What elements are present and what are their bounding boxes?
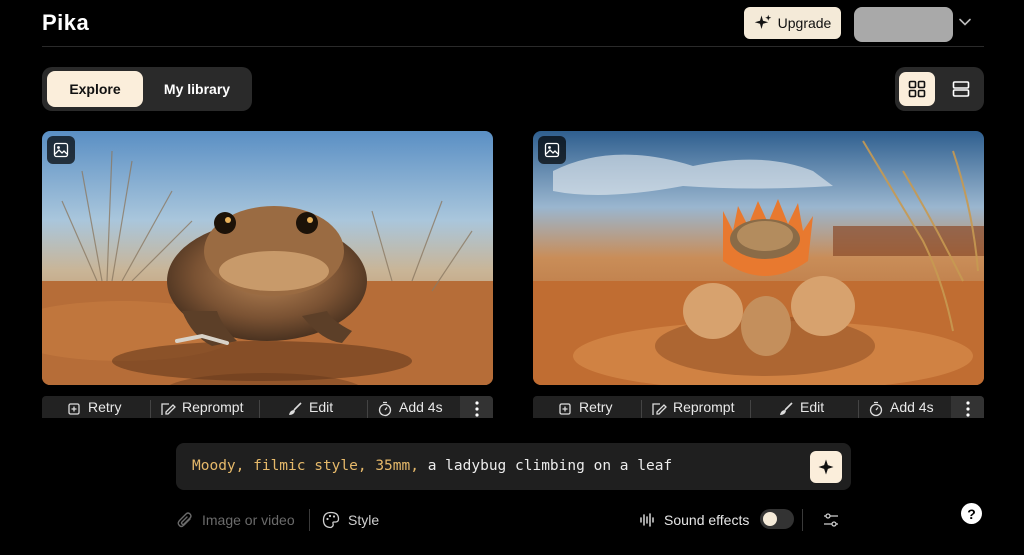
reprompt-button[interactable]: Reprompt <box>651 399 734 418</box>
view-toggle <box>895 67 984 111</box>
image-badge[interactable] <box>47 136 75 164</box>
style-label: Style <box>348 512 380 528</box>
sound-effects-label: Sound effects <box>664 512 750 528</box>
edit-label: Edit <box>309 399 334 415</box>
sparkle-icon <box>754 14 771 29</box>
action-separator <box>750 400 751 418</box>
card-actions-cactus: Retry Reprompt Edit Add 4s <box>533 396 984 418</box>
add-4s-button[interactable]: Add 4s <box>377 399 443 418</box>
edit-prompt-icon <box>652 403 667 415</box>
more-button[interactable] <box>951 396 984 418</box>
grid-view-icon <box>908 80 926 98</box>
upgrade-label: Upgrade <box>777 15 832 31</box>
sound-wave-icon <box>640 513 654 527</box>
attach-media-button[interactable]: Image or video <box>176 509 295 531</box>
toggle-knob <box>763 512 777 526</box>
feed-tabs: Explore My library <box>42 67 252 111</box>
retry-icon <box>559 403 571 415</box>
more-vertical-icon <box>474 401 479 417</box>
paperclip-icon <box>177 512 192 528</box>
retry-icon <box>68 403 80 415</box>
card-actions-toad: Retry Reprompt Edit Add 4s <box>42 396 493 418</box>
video-card-toad[interactable] <box>42 131 493 385</box>
image-badge[interactable] <box>538 136 566 164</box>
palette-icon <box>322 511 340 529</box>
edit-prompt-icon <box>161 403 176 415</box>
brush-icon <box>780 402 793 415</box>
cactus-thumbnail <box>533 131 984 385</box>
app-logo[interactable]: Pika <box>42 10 89 36</box>
prompt-style-prefix: Moody, filmic style, 35mm, <box>192 458 419 474</box>
sound-effects-label-group: Sound effects <box>638 509 749 531</box>
action-separator <box>259 400 260 418</box>
attach-placeholder: Image or video <box>202 512 295 528</box>
edit-label: Edit <box>800 399 825 415</box>
toad-thumbnail <box>42 131 493 385</box>
retry-button[interactable]: Retry <box>66 399 121 418</box>
reprompt-button[interactable]: Reprompt <box>160 399 243 418</box>
help-button[interactable]: ? <box>961 503 982 524</box>
sound-effects-toggle[interactable] <box>760 509 794 529</box>
image-icon <box>544 142 560 158</box>
account-avatar[interactable] <box>854 7 953 42</box>
upgrade-button[interactable]: Upgrade <box>744 7 841 39</box>
prompt-input[interactable]: Moody, filmic style, 35mm, a ladybug cli… <box>176 443 851 490</box>
tab-explore[interactable]: Explore <box>47 71 143 107</box>
reprompt-label: Reprompt <box>182 399 244 415</box>
add-4s-button[interactable]: Add 4s <box>868 399 934 418</box>
action-separator <box>150 400 151 418</box>
generate-button[interactable] <box>810 451 842 483</box>
retry-label: Retry <box>88 399 122 415</box>
more-button[interactable] <box>460 396 493 418</box>
prompt-options-bar: Image or video Style Sound effects <box>0 505 1024 535</box>
add-4s-label: Add 4s <box>399 399 443 415</box>
bar-separator <box>802 509 803 531</box>
add-4s-label: Add 4s <box>890 399 934 415</box>
bar-separator <box>309 509 310 531</box>
settings-button[interactable] <box>822 509 840 531</box>
list-view-icon <box>952 81 970 97</box>
action-separator <box>367 400 368 418</box>
header-divider <box>42 46 984 47</box>
grid-view-button[interactable] <box>899 72 935 106</box>
header: Pika Upgrade <box>0 0 1024 47</box>
action-separator <box>858 400 859 418</box>
image-icon <box>53 142 69 158</box>
style-button[interactable]: Style <box>322 509 379 531</box>
list-view-button[interactable] <box>943 72 979 106</box>
more-vertical-icon <box>965 401 970 417</box>
edit-button[interactable]: Edit <box>778 399 824 418</box>
prompt-text[interactable]: Moody, filmic style, 35mm, a ladybug cli… <box>192 458 672 474</box>
retry-button[interactable]: Retry <box>557 399 612 418</box>
timer-icon <box>869 401 883 417</box>
reprompt-label: Reprompt <box>673 399 735 415</box>
action-separator <box>641 400 642 418</box>
sparkle-icon <box>818 459 834 475</box>
video-card-cactus[interactable] <box>533 131 984 385</box>
tab-my-library[interactable]: My library <box>147 71 247 107</box>
prompt-main-text: a ladybug climbing on a leaf <box>427 458 673 474</box>
brush-icon <box>289 402 302 415</box>
retry-label: Retry <box>579 399 613 415</box>
chevron-down-icon[interactable] <box>958 15 972 29</box>
sliders-icon <box>824 513 838 527</box>
edit-button[interactable]: Edit <box>287 399 333 418</box>
timer-icon <box>378 401 392 417</box>
